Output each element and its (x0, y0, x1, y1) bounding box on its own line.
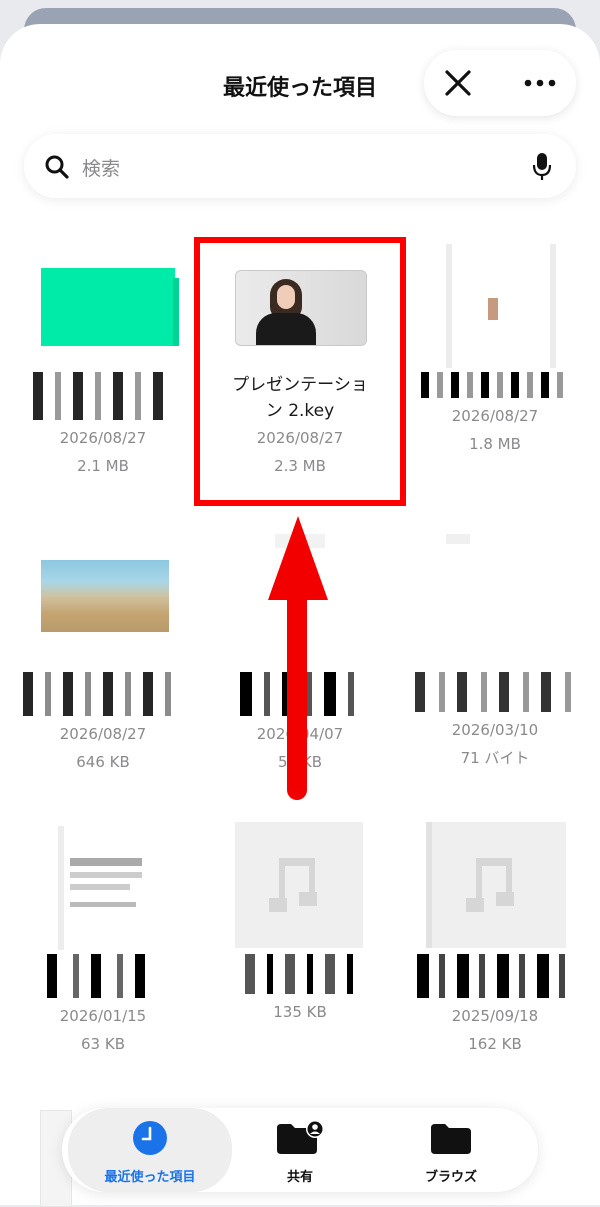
tab-browse[interactable]: ブラウズ (386, 1108, 516, 1192)
file-item[interactable]: 2026/01/15 63 KB (8, 822, 198, 1058)
file-item[interactable]: 2026/08/27 1.8 MB (400, 240, 590, 458)
redacted-file-name (23, 672, 183, 716)
file-thumbnail (8, 240, 198, 372)
clock-icon (133, 1121, 167, 1155)
file-date: 2026/01/15 (59, 1007, 147, 1025)
file-size: 135 KB (273, 1003, 327, 1021)
file-date: 2025/09/18 (451, 1007, 539, 1025)
file-item[interactable]: 2026/08/27 646 KB (8, 530, 198, 776)
redacted-file-name (421, 372, 569, 398)
file-date: 2026/08/27 (451, 407, 539, 425)
file-date: 2026/08/27 (59, 725, 147, 743)
file-size: 71 バイト (460, 749, 530, 767)
tab-label: ブラウズ (424, 1170, 477, 1185)
file-item[interactable]: 2026/08/27 2.1 MB (8, 240, 198, 480)
audio-file-icon (269, 858, 317, 912)
redacted-file-name (417, 954, 573, 998)
redacted-file-name (415, 672, 575, 712)
microphone-icon[interactable] (532, 152, 552, 182)
file-date: 2026/03/10 (451, 721, 539, 739)
folder-icon (431, 1124, 471, 1154)
tab-shared[interactable]: 共有 (240, 1108, 360, 1192)
file-size: 2.1 MB (77, 457, 129, 475)
redacted-file-name (33, 372, 173, 420)
file-date: 2026/08/27 (59, 429, 147, 447)
redacted-file-name (47, 954, 159, 998)
file-thumbnail (205, 822, 395, 954)
tab-label: 共有 (286, 1170, 313, 1185)
file-size: 162 KB (468, 1035, 522, 1053)
search-icon (45, 155, 69, 179)
file-size: 1.8 MB (469, 435, 521, 453)
file-item[interactable]: 135 KB (205, 822, 395, 1026)
file-thumbnail (400, 240, 590, 372)
tab-recents[interactable]: 最近使った項目 (68, 1108, 232, 1192)
file-item[interactable]: 2025/09/18 162 KB (400, 822, 590, 1058)
search-field[interactable]: 検索 (24, 134, 576, 198)
highlight-box (194, 237, 406, 506)
close-button[interactable] (434, 58, 482, 108)
audio-file-icon (466, 858, 514, 912)
tab-label: 最近使った項目 (104, 1170, 196, 1185)
more-button[interactable] (516, 58, 564, 108)
search-input[interactable]: 検索 (82, 154, 120, 181)
tab-bar: 最近使った項目 共有 ブラウズ (62, 1108, 538, 1192)
file-item[interactable]: 2026/03/10 71 バイト (400, 530, 590, 772)
file-thumbnail (8, 822, 198, 954)
file-thumbnail (400, 822, 590, 954)
shared-folder-icon (277, 1120, 324, 1154)
close-icon (445, 70, 471, 96)
file-thumbnail (8, 530, 198, 672)
arrow-shaft (287, 588, 307, 800)
redacted-file-name (245, 954, 355, 994)
file-size: 63 KB (81, 1035, 125, 1053)
more-icon (524, 79, 556, 87)
file-size: 646 KB (76, 753, 130, 771)
file-thumbnail (400, 530, 590, 672)
